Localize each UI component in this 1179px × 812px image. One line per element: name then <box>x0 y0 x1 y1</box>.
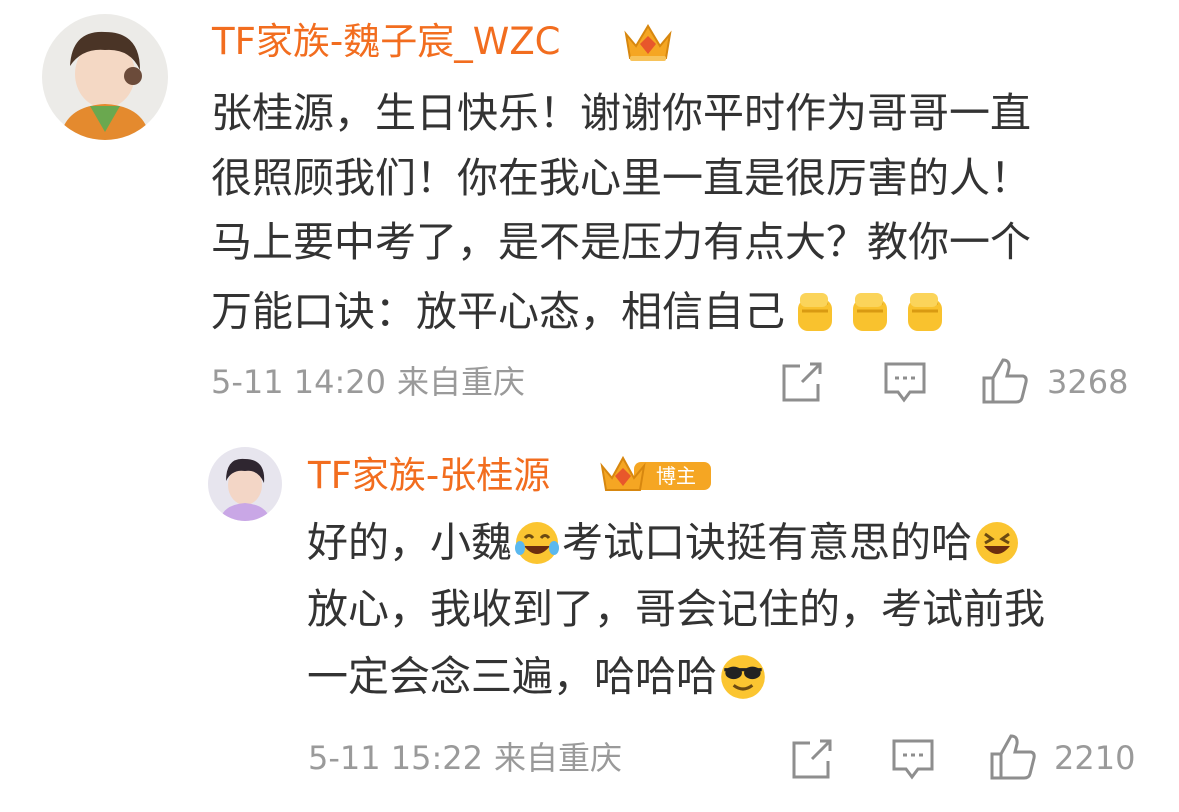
avatar-image <box>42 14 168 140</box>
comment-text-line-2: 很照顾我们！你在我心里一直是很厉害的人！ <box>211 154 1031 202</box>
repost-button[interactable] <box>780 360 824 404</box>
reply-location: 来自重庆 <box>494 739 623 777</box>
reply-text-line-1-row: 好的，小魏 考试口诀挺有意思的哈 <box>307 518 1022 568</box>
grin-squint-emoji-icon <box>976 522 1018 564</box>
reply-text-line-1b: 考试口诀挺有意思的哈 <box>562 518 972 567</box>
thumbs-up-icon <box>990 734 1036 780</box>
like-count: 3268 <box>1047 363 1129 401</box>
crown-badge-icon <box>622 20 674 64</box>
comment-text-line-3: 马上要中考了，是不是压力有点大？教你一个 <box>211 218 1031 266</box>
reply-like-count: 2210 <box>1054 739 1136 777</box>
sunglasses-emoji-icon <box>721 655 765 699</box>
reply-text-line-3: 一定会念三遍，哈哈哈 <box>307 652 717 701</box>
reply-text-line-1a: 好的，小魏 <box>307 518 512 567</box>
comment-timestamp: 5-11 14:20 <box>211 363 387 401</box>
reply-like-button[interactable] <box>988 732 1038 782</box>
share-edit-icon <box>782 362 822 402</box>
comment-location: 来自重庆 <box>397 363 526 401</box>
reply-author-name[interactable]: TF家族-张桂源 <box>308 457 550 494</box>
reply-repost-button[interactable] <box>790 737 834 781</box>
comment-text-line-4: 万能口诀：放平心态，相信自己 <box>211 287 785 336</box>
comment-icon <box>892 739 934 780</box>
reply-timestamp: 5-11 15:22 <box>308 739 484 777</box>
avatar[interactable] <box>42 14 168 140</box>
reply-avatar[interactable] <box>208 447 282 521</box>
reply-text-line-3-row: 一定会念三遍，哈哈哈 <box>307 651 769 701</box>
reply-comment-button[interactable] <box>890 737 936 781</box>
fist-emoji-icon <box>908 293 943 331</box>
comment-text-line-1: 张桂源，生日快乐！谢谢你平时作为哥哥一直 <box>211 89 1031 137</box>
comment-icon <box>884 362 926 403</box>
thumbs-up-icon <box>982 358 1028 404</box>
comment-text-line-4-row: 万能口诀：放平心态，相信自己 <box>211 287 950 335</box>
comment-button[interactable] <box>882 360 928 404</box>
comment-author-name[interactable]: TF家族-魏子宸_WZC <box>212 23 561 60</box>
reply-text-line-2: 放心，我收到了，哥会记住的，考试前我 <box>307 585 1045 633</box>
avatar-image <box>208 447 282 521</box>
fist-emoji-icon <box>853 293 888 331</box>
like-button[interactable] <box>980 356 1030 406</box>
fist-emoji-icon <box>798 293 833 331</box>
share-edit-icon <box>792 739 832 779</box>
blogger-badge-label: 博主 <box>656 464 696 488</box>
laugh-tears-emoji-icon <box>515 522 559 564</box>
blogger-badge: 博主 <box>598 452 713 496</box>
